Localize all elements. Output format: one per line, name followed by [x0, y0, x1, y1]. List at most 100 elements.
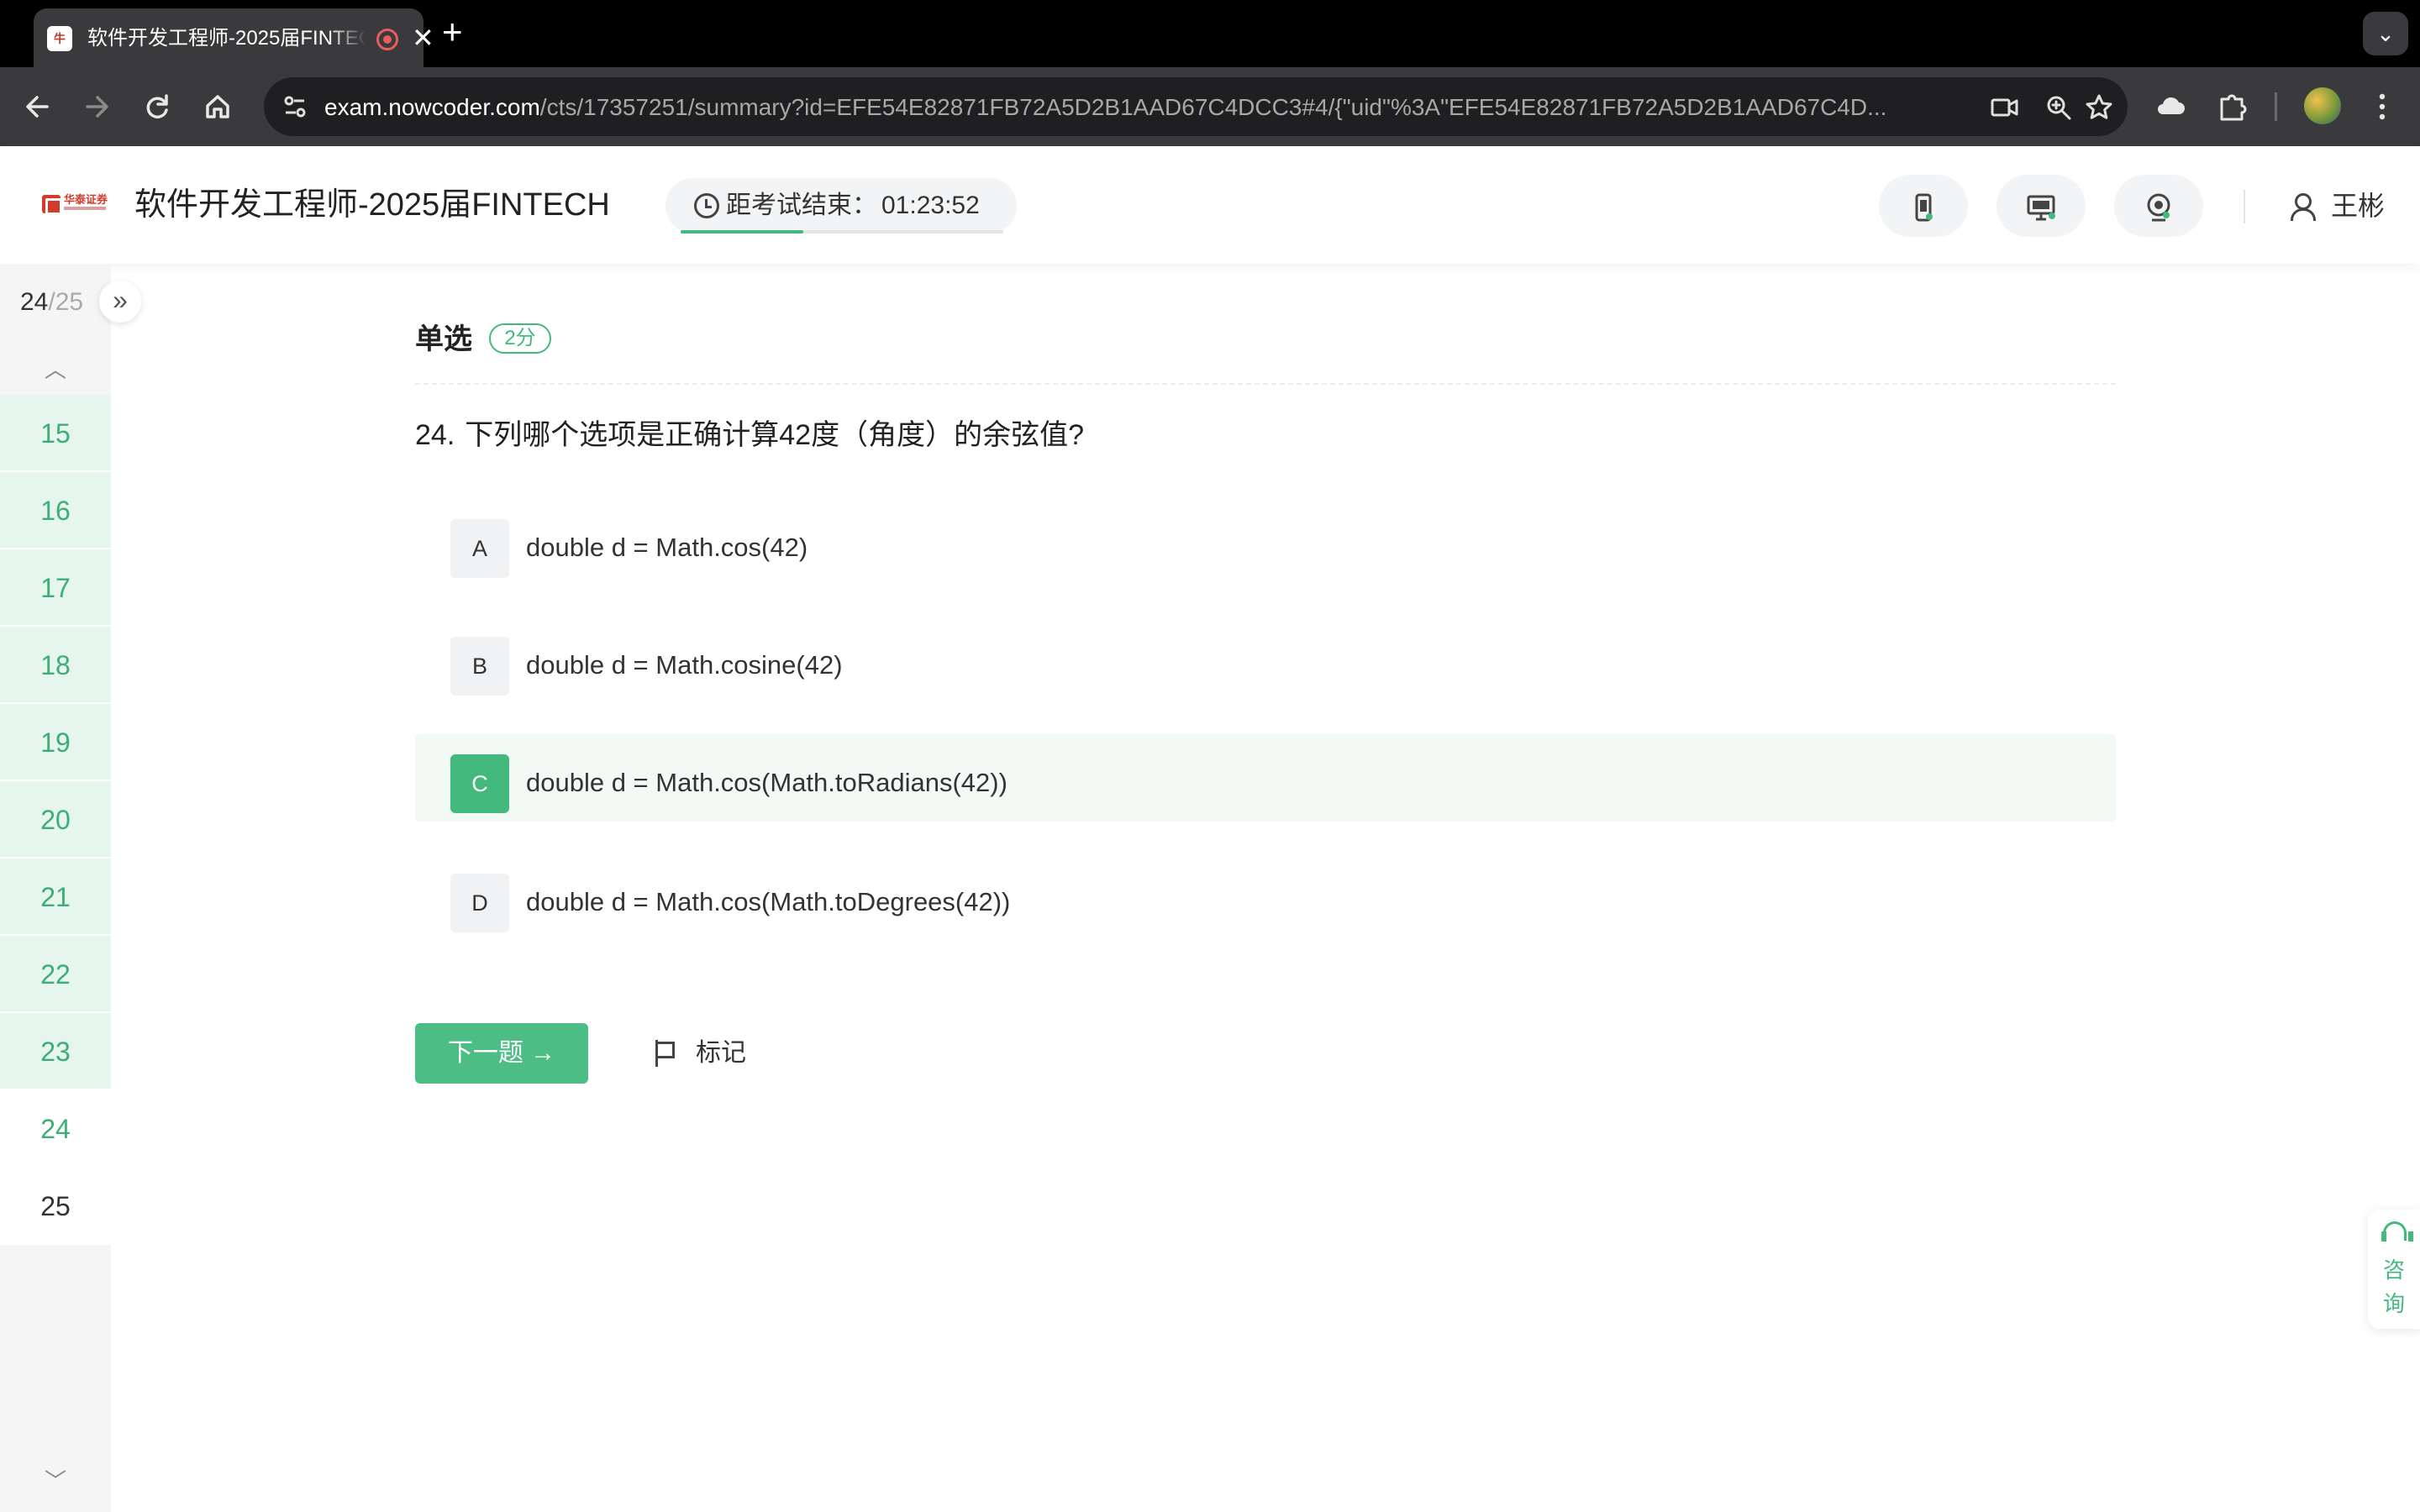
home-button[interactable]: [197, 86, 239, 128]
toolbar-divider: [2275, 92, 2277, 121]
extensions-button[interactable]: [2213, 87, 2252, 126]
url-text[interactable]: exam.nowcoder.com/cts/17357251/summary?i…: [324, 92, 1954, 123]
bookmark-button[interactable]: [2082, 91, 2116, 124]
option-text: double d = Math.cosine(42): [526, 650, 843, 680]
consult-label-line2: 询: [2382, 1291, 2405, 1316]
logo-subtext-bar: [64, 207, 106, 210]
arrow-left-icon: [26, 96, 49, 118]
tab-search-button[interactable]: ⌄: [2363, 12, 2408, 55]
arrow-right-icon: [86, 96, 108, 118]
consult-label-line1: 咨: [2382, 1257, 2405, 1283]
question-item-16[interactable]: 16: [0, 472, 111, 549]
question-item-19[interactable]: 19: [0, 704, 111, 781]
new-tab-button[interactable]: +: [442, 13, 463, 50]
expand-navigator-button[interactable]: »: [99, 281, 141, 323]
camera-in-use-button[interactable]: [1988, 91, 2022, 124]
tab-title-fade: [328, 20, 366, 54]
option-key: D: [450, 874, 509, 932]
logo-text: 华泰证券: [64, 193, 108, 206]
recording-indicator-icon: [376, 29, 398, 50]
browser-menu-button[interactable]: [2363, 87, 2402, 126]
logo-mark-icon: [42, 195, 62, 215]
question-item-15[interactable]: 15: [0, 395, 111, 472]
question-divider: [415, 383, 2116, 385]
browser-tab-active[interactable]: 牛 软件开发工程师-2025届FINTECH ✕: [34, 8, 434, 67]
tune-icon: [284, 96, 306, 118]
timer-value: 01:23:52: [881, 192, 980, 219]
next-question-button[interactable]: 下一题 →: [415, 1023, 588, 1084]
exam-header: 华泰证券 软件开发工程师-2025届FINTECH 距考试结束： 01:23:5…: [0, 146, 2420, 264]
timer-progress-track: [681, 230, 1003, 234]
address-bar[interactable]: exam.nowcoder.com/cts/17357251/summary?i…: [264, 77, 2128, 136]
phone-monitor-icon: [1915, 193, 1933, 222]
question-item-25[interactable]: 25: [0, 1168, 111, 1245]
zoom-button[interactable]: [2042, 91, 2075, 124]
profile-avatar[interactable]: [2304, 87, 2341, 124]
option-text: double d = Math.cos(Math.toRadians(42)): [526, 768, 1007, 797]
option-key: B: [450, 637, 509, 696]
phone-monitor-button[interactable]: [1879, 175, 1968, 237]
flag-icon: [654, 1040, 677, 1067]
camera-monitor-icon: [2147, 193, 2170, 222]
consult-button[interactable]: 咨询: [2368, 1210, 2420, 1329]
question-item-22[interactable]: 22: [0, 936, 111, 1013]
camera-monitor-button[interactable]: [2114, 175, 2203, 237]
star-icon: [2086, 94, 2112, 119]
option-b[interactable]: B double d = Math.cosine(42): [415, 617, 2116, 704]
timer-label: 距考试结束：: [726, 192, 877, 219]
url-host: exam.nowcoder.com: [324, 94, 540, 120]
tab-title: 软件开发工程师-2025届FINTECH: [87, 27, 365, 50]
question-counter: 24/25: [20, 286, 83, 319]
scroll-down-button[interactable]: ﹀: [0, 1460, 111, 1502]
consult-label: 咨询: [2368, 1253, 2420, 1320]
scroll-up-button[interactable]: ︿: [0, 344, 111, 395]
mark-label: 标记: [696, 1039, 746, 1067]
site-info-button[interactable]: [279, 91, 311, 123]
counter-current: 24: [20, 288, 49, 316]
question-type: 单选: [415, 323, 472, 355]
zoom-icon: [2047, 96, 2071, 120]
counter-total: 25: [55, 288, 84, 316]
option-d[interactable]: D double d = Math.cos(Math.toDegrees(42)…: [415, 853, 2116, 941]
browser-toolbar: exam.nowcoder.com/cts/17357251/summary?i…: [0, 67, 2420, 146]
option-a[interactable]: A double d = Math.cos(42): [415, 499, 2116, 586]
url-path: /cts/17357251/summary?id=EFE54E82871FB72…: [539, 94, 1887, 120]
question-stem: 24. 下列哪个选项是正确计算42度（角度）的余弦值?: [415, 415, 1084, 455]
question-navigator: 24/25 » ︿ 15 16 17 18 19 20 21 22 23 24 …: [0, 264, 141, 1512]
browser-tab-strip: 牛 软件开发工程师-2025届FINTECH ✕ + ⌄: [0, 0, 2420, 67]
question-item-17[interactable]: 17: [0, 549, 111, 627]
chevron-up-icon: ︿: [44, 357, 66, 382]
video-camera-icon: [1991, 98, 2018, 117]
exam-title: 软件开发工程师-2025届FINTECH: [134, 187, 610, 223]
question-item-20[interactable]: 20: [0, 781, 111, 858]
puzzle-icon: [2220, 94, 2247, 121]
question-item-23[interactable]: 23: [0, 1013, 111, 1090]
question-text: 下列哪个选项是正确计算42度（角度）的余弦值?: [465, 419, 1084, 451]
user-name[interactable]: 王彬: [2331, 188, 2385, 223]
option-key: C: [450, 754, 509, 813]
option-key: A: [450, 519, 509, 578]
counter-separator: /: [48, 288, 55, 316]
cloud-extension-button[interactable]: [2151, 87, 2190, 126]
option-c[interactable]: C double d = Math.cos(Math.toRadians(42)…: [415, 734, 2116, 822]
clock-icon: [694, 193, 719, 218]
forward-button[interactable]: [76, 86, 118, 128]
kebab-menu-icon: [2379, 93, 2386, 120]
timer-progress-fill: [681, 230, 803, 234]
reload-button[interactable]: [136, 86, 178, 128]
question-number: 24.: [415, 419, 455, 451]
reload-icon: [146, 94, 168, 118]
back-button[interactable]: [17, 86, 59, 128]
question-score-badge: 2分: [489, 323, 551, 354]
tab-close-icon[interactable]: ✕: [412, 24, 434, 52]
chevron-down-icon: ﹀: [44, 1468, 66, 1494]
option-text: double d = Math.cos(Math.toDegrees(42)): [526, 887, 1011, 916]
question-item-18[interactable]: 18: [0, 627, 111, 704]
question-list: 15 16 17 18 19 20 21 22 23 24 25: [0, 395, 111, 1245]
screen-monitor-button[interactable]: [1996, 175, 2086, 237]
company-logo: 华泰证券: [42, 193, 108, 217]
question-item-24[interactable]: 24: [0, 1090, 111, 1168]
question-item-21[interactable]: 21: [0, 858, 111, 936]
header-divider: [2244, 190, 2245, 223]
double-chevron-right-icon: »: [113, 285, 128, 315]
